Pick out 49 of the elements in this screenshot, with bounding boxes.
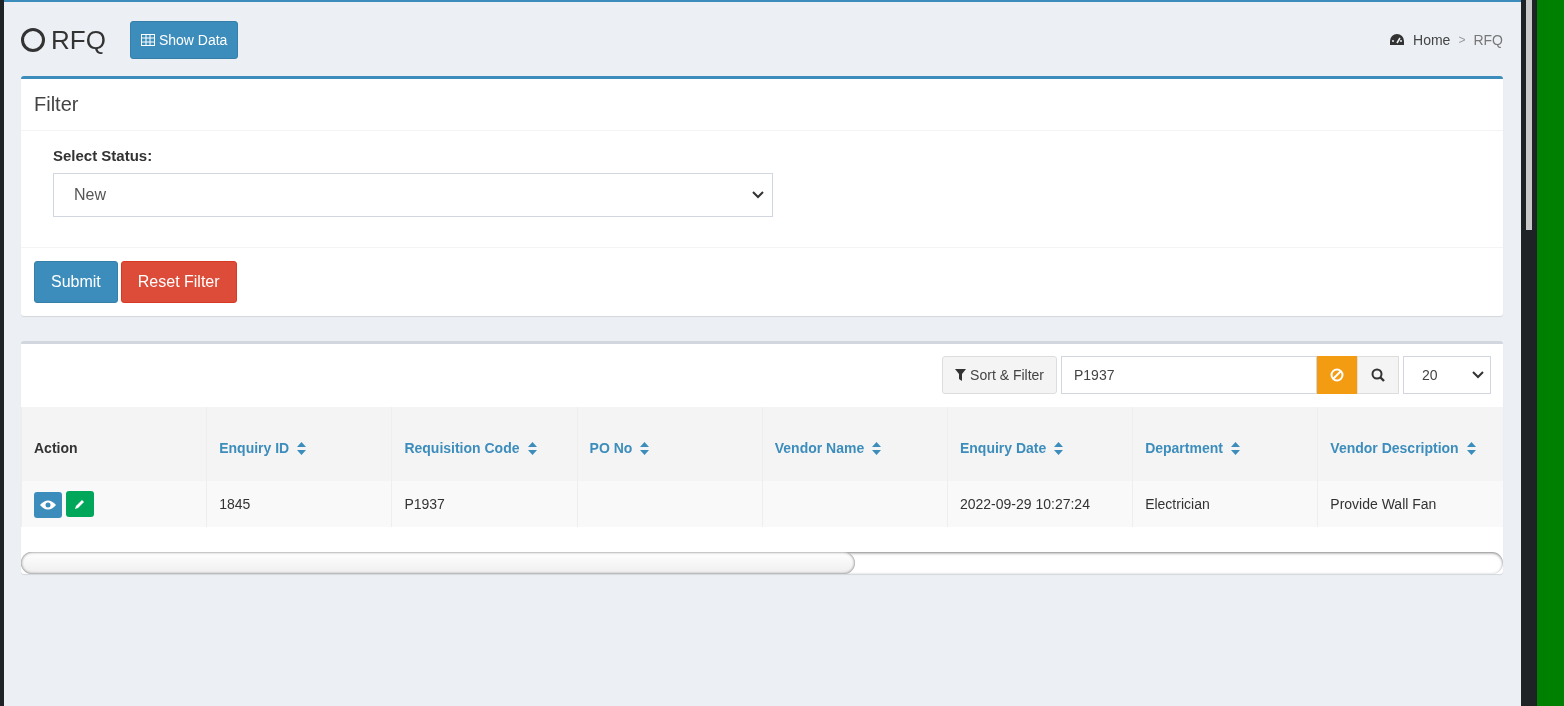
dashboard-icon bbox=[1389, 33, 1406, 47]
breadcrumb-link[interactable]: Home bbox=[1413, 32, 1451, 48]
column-header[interactable]: Vendor Name bbox=[762, 407, 948, 481]
column-header[interactable]: PO No bbox=[577, 407, 763, 481]
column-header[interactable]: Enquiry ID bbox=[206, 407, 392, 481]
page-title: RFQ bbox=[51, 24, 106, 56]
column-header: Action bbox=[21, 407, 207, 481]
table-cell: Electrician bbox=[1132, 481, 1318, 527]
submit-button[interactable]: Submit bbox=[34, 261, 118, 303]
column-header[interactable]: Department bbox=[1132, 407, 1318, 481]
search-field[interactable]: P1937 bbox=[1061, 356, 1317, 394]
sort-icon bbox=[872, 441, 882, 455]
show-data-button[interactable]: Show Data bbox=[129, 21, 239, 59]
card-title: Filter bbox=[34, 93, 80, 116]
chevron-down-icon bbox=[752, 191, 764, 199]
column-header[interactable]: Enquiry Date bbox=[947, 407, 1133, 481]
view-button[interactable] bbox=[34, 491, 62, 518]
reset-button[interactable]: Reset Filter bbox=[120, 261, 237, 303]
edit-button[interactable] bbox=[66, 490, 94, 517]
table-cell: 2022-09-29 10:27:24 bbox=[947, 481, 1133, 527]
vertical-scrollbar[interactable] bbox=[1526, 0, 1532, 230]
table-cell: 1845 bbox=[206, 481, 392, 527]
breadcrumb-current-page: RFQ bbox=[1473, 32, 1503, 48]
table-cell: Provide Wall Fan bbox=[1317, 481, 1503, 527]
search-button[interactable] bbox=[1357, 356, 1399, 394]
field-label: Select Status: bbox=[53, 147, 154, 164]
filter-icon bbox=[955, 369, 967, 381]
page-size-select[interactable]: 20 bbox=[1403, 356, 1491, 394]
sort-icon bbox=[1466, 441, 1476, 455]
search-icon bbox=[1371, 368, 1385, 382]
breadcrumb-separator: > bbox=[1458, 33, 1466, 47]
sort-icon bbox=[297, 441, 307, 455]
ban-icon bbox=[1330, 368, 1344, 382]
chevron-down-icon bbox=[1472, 371, 1484, 379]
sort-icon bbox=[1054, 441, 1064, 455]
table-cell: P1937 bbox=[391, 481, 578, 527]
sort-icon bbox=[640, 441, 650, 455]
status-select[interactable]: New bbox=[53, 173, 773, 217]
pencil-icon bbox=[74, 497, 86, 510]
scrollbar-thumb[interactable] bbox=[21, 552, 856, 574]
sort-icon bbox=[527, 441, 537, 455]
table-icon bbox=[140, 34, 155, 46]
column-header[interactable]: Vendor Description bbox=[1317, 407, 1503, 481]
horizontal-scrollbar[interactable] bbox=[21, 552, 1503, 574]
sort-icon bbox=[1230, 441, 1240, 455]
circle-icon bbox=[21, 28, 45, 52]
column-header[interactable]: Requisition Code bbox=[391, 407, 578, 481]
sort-filter-button[interactable]: Sort & Filter bbox=[942, 356, 1057, 394]
eye-icon bbox=[40, 499, 56, 510]
